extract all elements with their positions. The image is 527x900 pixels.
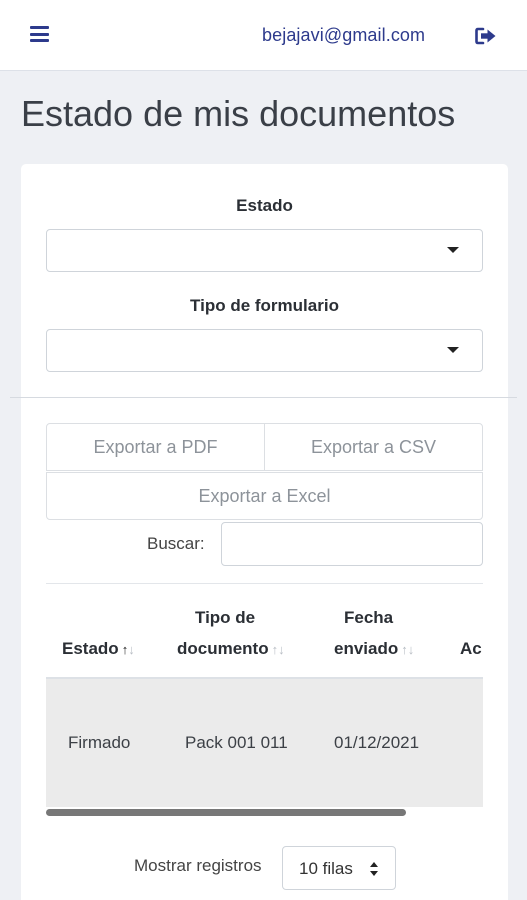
cell-tipo-documento: Pack 001 011: [185, 733, 288, 752]
column-header-fecha-enviado[interactable]: Fecha enviado ↑↓: [334, 602, 414, 665]
caret-down-icon: [447, 347, 459, 353]
cell-fecha-enviado: 01/12/2021: [334, 733, 420, 752]
documents-table: Estado ↑↓ Tipo de documento ↑↓ Fecha envia…: [46, 583, 483, 820]
tipo-formulario-label: Tipo de formulario: [190, 296, 339, 315]
table-row[interactable]: Firmado Pack 001 011 01/12/2021: [46, 679, 483, 807]
sort-icon: ↑↓: [401, 642, 415, 657]
export-excel-button[interactable]: Exportar a Excel: [46, 472, 483, 520]
tipo-formulario-select[interactable]: [46, 329, 483, 372]
section-divider: [10, 397, 517, 398]
estado-select[interactable]: [46, 229, 483, 272]
search-input[interactable]: [221, 522, 483, 566]
column-header-estado[interactable]: Estado ↑↓: [62, 633, 135, 665]
export-pdf-button[interactable]: Exportar a PDF: [46, 423, 265, 471]
rows-per-page-value: 10 filas: [299, 859, 353, 878]
sign-out-icon[interactable]: [475, 26, 497, 46]
column-header-acciones[interactable]: Ac: [460, 633, 482, 664]
select-updown-icon: [370, 862, 378, 876]
horizontal-scrollbar[interactable]: [46, 809, 406, 816]
top-bar: bejajavi@gmail.com: [0, 0, 527, 71]
user-email: bejajavi@gmail.com: [262, 25, 426, 45]
page-title: Estado de mis documentos: [21, 93, 456, 134]
search-label: Buscar:: [147, 534, 205, 553]
caret-down-icon: [447, 247, 459, 253]
cell-estado: Firmado: [68, 733, 131, 752]
export-csv-button[interactable]: Exportar a CSV: [264, 423, 483, 471]
estado-label: Estado: [236, 196, 293, 215]
rows-per-page-label: Mostrar registros: [134, 856, 262, 875]
sort-icon: ↑↓: [271, 642, 285, 657]
rows-per-page-select[interactable]: 10 filas: [282, 846, 396, 890]
sort-ascending-icon: ↑↓: [121, 642, 135, 657]
hamburger-menu-icon[interactable]: [30, 26, 49, 42]
column-header-tipo-documento[interactable]: Tipo de documento ↑↓: [177, 602, 285, 665]
